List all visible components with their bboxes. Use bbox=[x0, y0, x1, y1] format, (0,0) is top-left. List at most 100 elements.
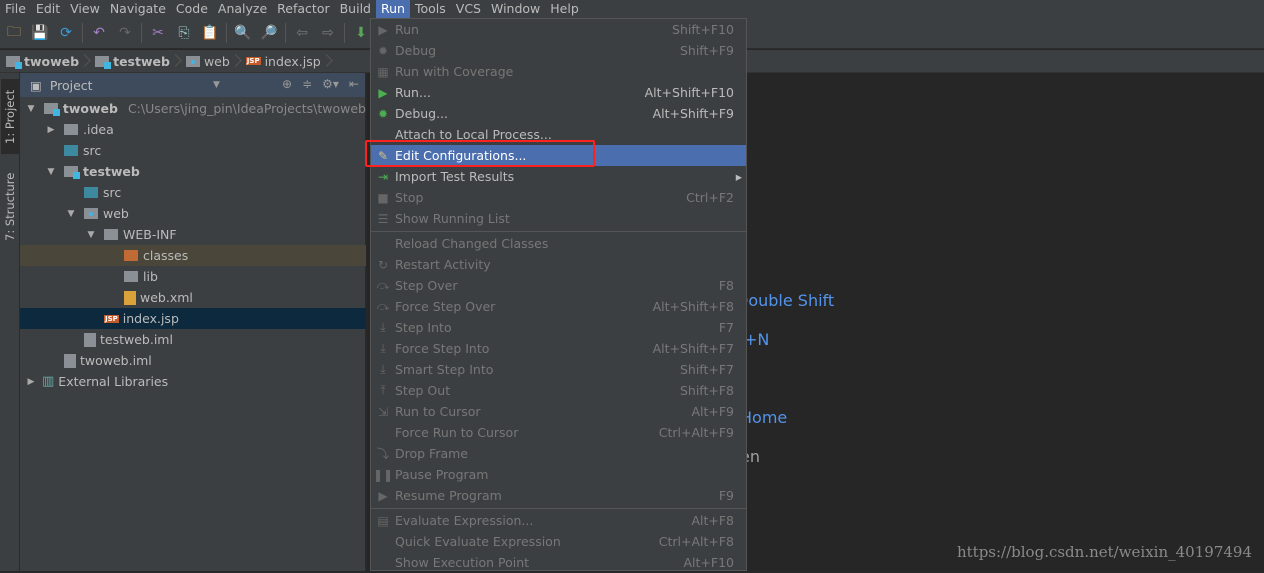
menu-item-label: Drop Frame bbox=[395, 446, 468, 461]
menu-item-reload-changed-classes[interactable]: Reload Changed Classes bbox=[371, 233, 746, 254]
locate-icon[interactable]: ⊕ bbox=[282, 77, 292, 91]
menu-item-run-to-cursor[interactable]: ⇲ Run to Cursor Alt+F9 bbox=[371, 401, 746, 422]
step-into-icon: ⤓ bbox=[380, 362, 386, 376]
forward-icon[interactable]: ⇨ bbox=[318, 23, 338, 43]
breadcrumb-label: web bbox=[203, 53, 230, 69]
menu-window[interactable]: Window bbox=[486, 0, 545, 18]
step-into-icon: ⤓ bbox=[380, 320, 386, 334]
tree-item-label: WEB-INF bbox=[123, 227, 177, 242]
menu-file[interactable]: File bbox=[0, 0, 31, 18]
breadcrumb-item[interactable]: twoweb bbox=[6, 54, 91, 69]
menu-item-force-step-into[interactable]: ⤓ Force Step Into Alt+Shift+F7 bbox=[371, 338, 746, 359]
replace-icon[interactable]: 🔎 bbox=[259, 23, 279, 43]
menu-bar: File Edit View Navigate Code Analyze Refactor B… bbox=[0, 0, 1264, 18]
menu-item-run-with-coverage[interactable]: ▦ Run with Coverage bbox=[371, 61, 746, 82]
tool-window-strip: 1: Project 7: Structure bbox=[0, 73, 20, 571]
expand-arrow-icon[interactable]: ▶ bbox=[44, 125, 58, 135]
menu-item-label: Step Into bbox=[395, 320, 452, 335]
tree-item[interactable]: ▼ WEB-INF bbox=[20, 224, 366, 245]
import-icon: ⇥ bbox=[377, 169, 389, 184]
menu-item-evaluate-expression[interactable]: ▤ Evaluate Expression... Alt+F8 bbox=[371, 510, 746, 531]
paste-icon[interactable]: 📋 bbox=[200, 23, 220, 43]
menu-item-import-test-results[interactable]: ⇥ Import Test Results ▸ bbox=[371, 166, 746, 187]
tree-item[interactable]: ▼ testweb bbox=[20, 161, 366, 182]
tree-item[interactable]: lib bbox=[20, 266, 366, 287]
open-folder-icon[interactable]: 🗀 bbox=[4, 23, 24, 43]
tree-item[interactable]: ▼ web bbox=[20, 203, 366, 224]
expand-arrow-icon[interactable]: ▼ bbox=[84, 230, 98, 240]
folder-icon bbox=[84, 187, 98, 198]
hide-icon[interactable]: ⇤ bbox=[349, 77, 359, 91]
tab-structure[interactable]: 7: Structure bbox=[1, 167, 19, 247]
tree-item[interactable]: ▶ ▥ External Libraries bbox=[20, 371, 366, 392]
tree-item[interactable]: twoweb.iml bbox=[20, 350, 366, 371]
expand-arrow-icon[interactable]: ▼ bbox=[24, 104, 38, 114]
breadcrumb-item[interactable]: testweb bbox=[95, 54, 182, 69]
expand-arrow-icon[interactable]: ▶ bbox=[24, 377, 38, 387]
project-title[interactable]: Project bbox=[50, 78, 93, 93]
menu-item-label: Debug... bbox=[395, 106, 449, 121]
menu-item-restart-activity[interactable]: ↻ Restart Activity bbox=[371, 254, 746, 275]
menu-refactor[interactable]: Refactor bbox=[272, 0, 334, 18]
menu-build[interactable]: Build bbox=[335, 0, 376, 18]
menu-item-resume-program[interactable]: ▶ Resume Program F9 bbox=[371, 485, 746, 506]
menu-view[interactable]: View bbox=[65, 0, 105, 18]
menu-navigate[interactable]: Navigate bbox=[105, 0, 171, 18]
expand-arrow-icon[interactable]: ▼ bbox=[64, 209, 78, 219]
menu-item-step-out[interactable]: ⤒ Step Out Shift+F8 bbox=[371, 380, 746, 401]
save-icon[interactable]: 💾 bbox=[30, 23, 50, 43]
cut-icon[interactable]: ✂ bbox=[148, 23, 168, 43]
collapse-icon[interactable]: ≑ bbox=[302, 77, 312, 91]
menu-item-label: Import Test Results bbox=[395, 169, 515, 184]
menu-item-pause-program[interactable]: ❚❚ Pause Program bbox=[371, 464, 746, 485]
redo-icon[interactable]: ↷ bbox=[115, 23, 135, 43]
menu-edit[interactable]: Edit bbox=[31, 0, 65, 18]
tree-item[interactable]: web.xml bbox=[20, 287, 366, 308]
tree-item[interactable]: JSP index.jsp bbox=[20, 308, 366, 329]
expand-arrow-icon[interactable]: ▼ bbox=[44, 167, 58, 177]
menu-help[interactable]: Help bbox=[545, 0, 584, 18]
folder-icon bbox=[124, 271, 138, 282]
menu-item-stop[interactable]: ■ Stop Ctrl+F2 bbox=[371, 187, 746, 208]
tree-item[interactable]: classes bbox=[20, 245, 366, 266]
tree-item-label: testweb.iml bbox=[100, 332, 173, 347]
menu-item-quick-evaluate-expression[interactable]: Quick Evaluate Expression Ctrl+Alt+F8 bbox=[371, 531, 746, 552]
menu-item-smart-step-into[interactable]: ⤓ Smart Step Into Shift+F7 bbox=[371, 359, 746, 380]
build-icon[interactable]: ⬇ bbox=[351, 23, 371, 43]
menu-item-debug[interactable]: ✹ Debug... Alt+Shift+F9 bbox=[371, 103, 746, 124]
menu-item-run[interactable]: ▶ Run Shift+F10 bbox=[371, 19, 746, 40]
tree-item[interactable]: ▶ .idea bbox=[20, 119, 366, 140]
toolbar-separator bbox=[226, 23, 227, 43]
tree-item[interactable]: src bbox=[20, 182, 366, 203]
menu-item-show-execution-point[interactable]: Show Execution Point Alt+F10 bbox=[371, 552, 746, 573]
menu-item-step-into[interactable]: ⤓ Step Into F7 bbox=[371, 317, 746, 338]
menu-tools[interactable]: Tools bbox=[410, 0, 451, 18]
menu-analyze[interactable]: Analyze bbox=[213, 0, 272, 18]
sync-icon[interactable]: ⟳ bbox=[56, 23, 76, 43]
menu-item-force-run-to-cursor[interactable]: Force Run to Cursor Ctrl+Alt+F9 bbox=[371, 422, 746, 443]
menu-item-shortcut: Alt+F8 bbox=[691, 513, 734, 528]
menu-run[interactable]: Run bbox=[376, 0, 410, 18]
tab-project[interactable]: 1: Project bbox=[1, 79, 19, 154]
tree-item[interactable]: src bbox=[20, 140, 366, 161]
find-icon[interactable]: 🔍 bbox=[233, 23, 253, 43]
menu-item-run[interactable]: ▶ Run... Alt+Shift+F10 bbox=[371, 82, 746, 103]
iml-file-icon bbox=[84, 332, 96, 347]
menu-item-step-over[interactable]: ⤼ Step Over F8 bbox=[371, 275, 746, 296]
undo-icon[interactable]: ↶ bbox=[89, 23, 109, 43]
menu-item-force-step-over[interactable]: ⤼ Force Step Over Alt+Shift+F8 bbox=[371, 296, 746, 317]
gear-icon[interactable]: ⚙▾ bbox=[322, 77, 339, 91]
breadcrumb-item[interactable]: JSP index.jsp bbox=[245, 54, 333, 69]
menu-item-debug[interactable]: ✹ Debug Shift+F9 bbox=[371, 40, 746, 61]
menu-code[interactable]: Code bbox=[171, 0, 213, 18]
breadcrumb-item[interactable]: web bbox=[185, 53, 242, 69]
view-dropdown-icon[interactable]: ▼ bbox=[213, 80, 220, 90]
back-icon[interactable]: ⇦ bbox=[292, 23, 312, 43]
tree-item[interactable]: ▼ twoweb C:\Users\jing_pin\IdeaProjects\tw… bbox=[20, 98, 366, 119]
menu-vcs[interactable]: VCS bbox=[451, 0, 486, 18]
copy-icon[interactable]: ⎘ bbox=[174, 23, 194, 43]
menu-item-show-running-list[interactable]: ☰ Show Running List bbox=[371, 208, 746, 229]
menu-item-drop-frame[interactable]: ⤵ Drop Frame bbox=[371, 443, 746, 464]
tree-item[interactable]: testweb.iml bbox=[20, 329, 366, 350]
menu-separator bbox=[371, 508, 746, 509]
